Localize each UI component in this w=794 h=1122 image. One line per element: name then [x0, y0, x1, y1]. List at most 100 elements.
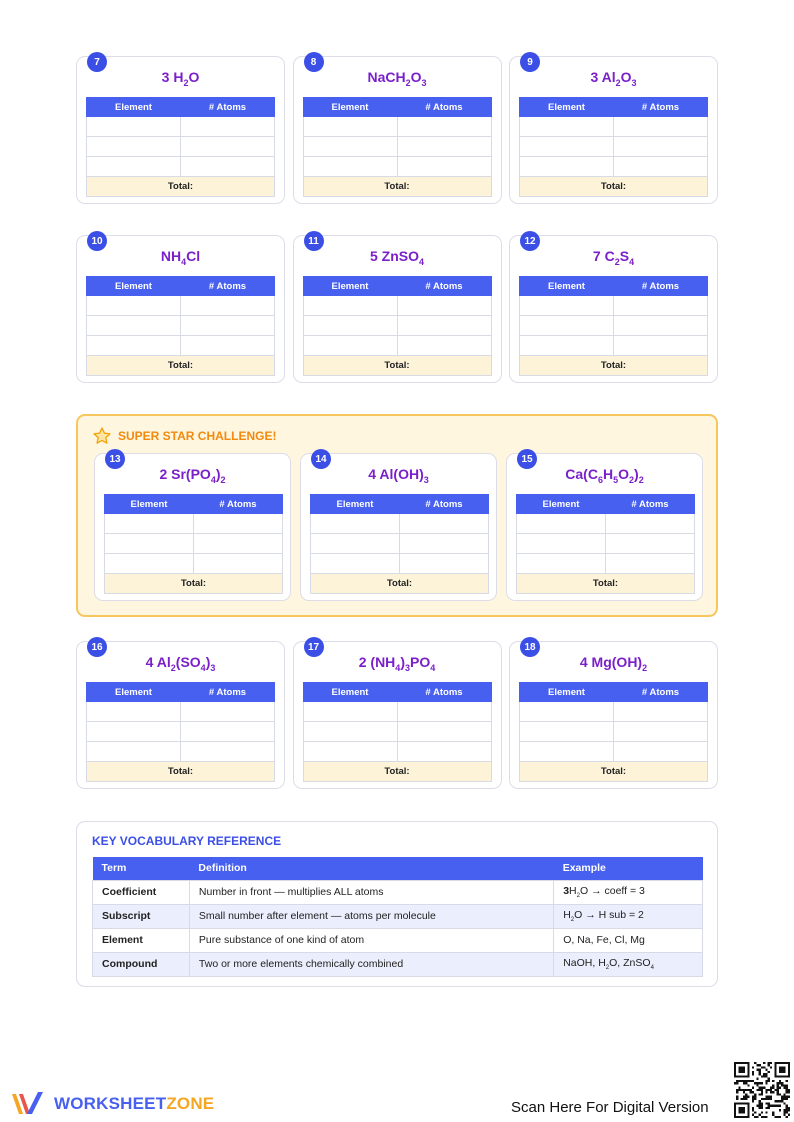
atoms-answer-cell[interactable]	[396, 741, 492, 762]
atoms-answer-cell[interactable]	[180, 295, 275, 316]
atoms-answer-cell[interactable]	[613, 315, 708, 336]
atom-count-table: Element # Atoms Total:	[302, 682, 492, 782]
atoms-answer-cell[interactable]	[396, 295, 492, 316]
atoms-answer-cell[interactable]	[180, 116, 275, 137]
element-answer-cell[interactable]	[86, 295, 181, 316]
element-answer-cell[interactable]	[302, 315, 398, 336]
element-answer-cell[interactable]	[519, 741, 614, 762]
element-answer-cell[interactable]	[302, 701, 398, 722]
total-label[interactable]: Total:	[86, 355, 275, 376]
element-answer-cell[interactable]	[302, 136, 398, 157]
total-label[interactable]: Total:	[302, 355, 492, 376]
atoms-answer-cell[interactable]	[396, 136, 492, 157]
element-answer-cell[interactable]	[86, 335, 181, 356]
atoms-answer-cell[interactable]	[613, 116, 708, 137]
total-row: Total:	[86, 176, 275, 197]
atoms-answer-cell[interactable]	[180, 136, 275, 157]
element-answer-cell[interactable]	[302, 335, 398, 356]
element-column-header: Element	[516, 494, 606, 514]
atoms-answer-cell[interactable]	[605, 513, 695, 534]
atoms-answer-cell[interactable]	[180, 741, 275, 762]
total-label[interactable]: Total:	[310, 573, 489, 594]
element-answer-cell[interactable]	[86, 741, 181, 762]
atoms-answer-cell[interactable]	[399, 533, 489, 554]
element-answer-cell[interactable]	[86, 701, 181, 722]
vocab-header-example: Example	[553, 857, 703, 880]
element-answer-cell[interactable]	[302, 741, 398, 762]
atoms-answer-cell[interactable]	[613, 721, 708, 742]
total-label[interactable]: Total:	[86, 176, 275, 197]
atoms-answer-cell[interactable]	[396, 701, 492, 722]
atoms-answer-cell[interactable]	[180, 156, 275, 177]
element-answer-cell[interactable]	[104, 553, 194, 574]
element-answer-cell[interactable]	[519, 136, 614, 157]
element-answer-cell[interactable]	[302, 156, 398, 177]
element-answer-cell[interactable]	[310, 533, 400, 554]
atoms-answer-cell[interactable]	[613, 701, 708, 722]
element-answer-cell[interactable]	[104, 533, 194, 554]
element-answer-cell[interactable]	[310, 513, 400, 534]
element-answer-cell[interactable]	[104, 513, 194, 534]
element-answer-cell[interactable]	[519, 156, 614, 177]
atoms-answer-cell[interactable]	[396, 315, 492, 336]
atoms-answer-cell[interactable]	[605, 533, 695, 554]
element-answer-cell[interactable]	[516, 513, 606, 534]
element-answer-cell[interactable]	[86, 156, 181, 177]
element-answer-cell[interactable]	[302, 721, 398, 742]
element-answer-cell[interactable]	[516, 553, 606, 574]
atoms-answer-cell[interactable]	[180, 315, 275, 336]
answer-row	[302, 295, 492, 316]
atoms-answer-cell[interactable]	[396, 156, 492, 177]
atoms-answer-cell[interactable]	[193, 533, 283, 554]
total-row: Total:	[302, 761, 492, 782]
atoms-answer-cell[interactable]	[180, 721, 275, 742]
atoms-answer-cell[interactable]	[180, 335, 275, 356]
atoms-answer-cell[interactable]	[399, 553, 489, 574]
element-answer-cell[interactable]	[86, 136, 181, 157]
total-label[interactable]: Total:	[519, 355, 708, 376]
total-row: Total:	[104, 573, 283, 594]
total-label[interactable]: Total:	[104, 573, 283, 594]
answer-row	[302, 701, 492, 722]
formula-text: NaCH	[367, 69, 406, 85]
atoms-answer-cell[interactable]	[193, 553, 283, 574]
atoms-answer-cell[interactable]	[399, 513, 489, 534]
atoms-answer-cell[interactable]	[613, 295, 708, 316]
total-label[interactable]: Total:	[519, 761, 708, 782]
atoms-answer-cell[interactable]	[396, 721, 492, 742]
atoms-answer-cell[interactable]	[613, 136, 708, 157]
atoms-column-header: # Atoms	[396, 276, 492, 296]
atoms-column-header: # Atoms	[396, 97, 492, 117]
element-answer-cell[interactable]	[516, 533, 606, 554]
element-answer-cell[interactable]	[86, 116, 181, 137]
atoms-answer-cell[interactable]	[605, 553, 695, 574]
total-label[interactable]: Total:	[86, 761, 275, 782]
atoms-answer-cell[interactable]	[613, 741, 708, 762]
atoms-answer-cell[interactable]	[180, 701, 275, 722]
atoms-answer-cell[interactable]	[396, 116, 492, 137]
answer-row	[104, 553, 283, 574]
answer-row	[519, 315, 708, 336]
qr-code[interactable]	[734, 1062, 790, 1118]
atoms-answer-cell[interactable]	[193, 513, 283, 534]
logo-icon	[12, 1092, 43, 1114]
total-label[interactable]: Total:	[516, 573, 695, 594]
element-answer-cell[interactable]	[86, 721, 181, 742]
total-label[interactable]: Total:	[519, 176, 708, 197]
total-label[interactable]: Total:	[302, 176, 492, 197]
element-answer-cell[interactable]	[519, 721, 614, 742]
element-answer-cell[interactable]	[302, 295, 398, 316]
element-answer-cell[interactable]	[519, 701, 614, 722]
atoms-answer-cell[interactable]	[396, 335, 492, 356]
element-answer-cell[interactable]	[86, 315, 181, 336]
element-answer-cell[interactable]	[519, 295, 614, 316]
element-answer-cell[interactable]	[302, 116, 398, 137]
element-answer-cell[interactable]	[310, 553, 400, 574]
atoms-answer-cell[interactable]	[613, 335, 708, 356]
element-answer-cell[interactable]	[519, 315, 614, 336]
element-answer-cell[interactable]	[519, 116, 614, 137]
element-answer-cell[interactable]	[519, 335, 614, 356]
total-label[interactable]: Total:	[302, 761, 492, 782]
atoms-answer-cell[interactable]	[613, 156, 708, 177]
answer-row	[519, 741, 708, 762]
